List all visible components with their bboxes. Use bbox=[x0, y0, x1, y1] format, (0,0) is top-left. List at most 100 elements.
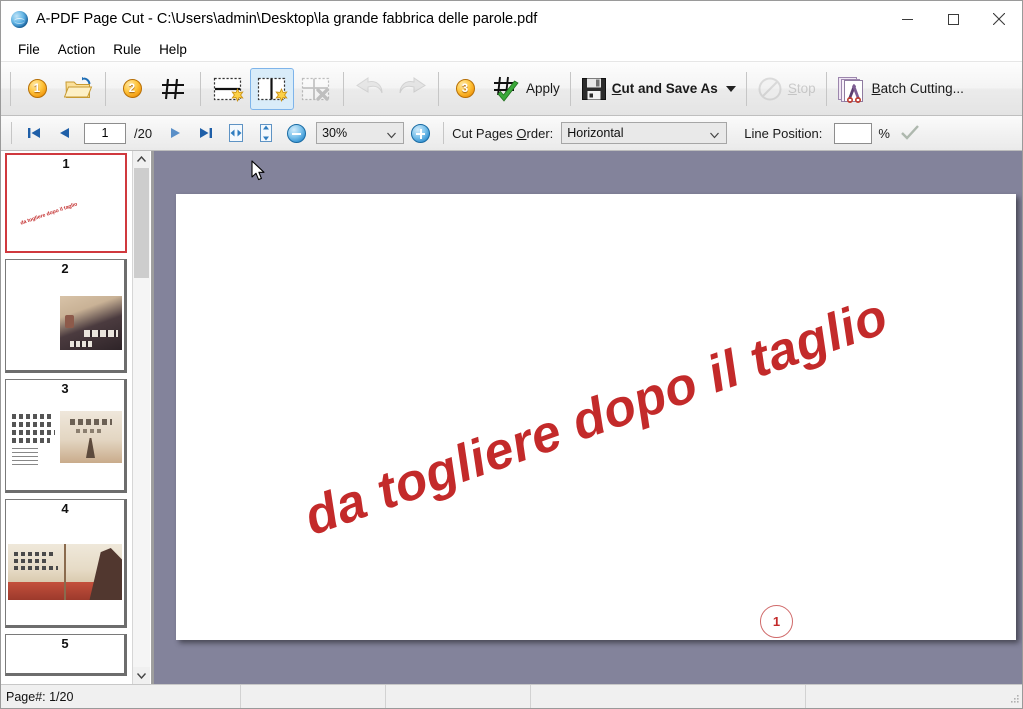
zoom-in-button[interactable] bbox=[411, 123, 431, 143]
cut-pages-order-select[interactable]: Horizontal bbox=[561, 122, 728, 144]
step-2-badge-button[interactable]: 2 bbox=[111, 68, 153, 110]
minimize-button[interactable] bbox=[884, 1, 930, 37]
grid-icon bbox=[162, 78, 184, 99]
last-page-button[interactable] bbox=[192, 120, 220, 146]
step-1-badge-button[interactable]: 1 bbox=[16, 68, 58, 110]
thumbnail-image bbox=[60, 296, 122, 350]
menu-bar: File Action Rule Help bbox=[1, 37, 1022, 62]
cut-pages-order-value: Horizontal bbox=[567, 126, 624, 140]
window-title: A-PDF Page Cut - C:\Users\admin\Desktop\… bbox=[36, 11, 538, 27]
add-horizontal-line-button[interactable] bbox=[206, 68, 250, 110]
redo-button[interactable] bbox=[391, 68, 433, 110]
previous-page-icon bbox=[60, 128, 69, 138]
scroll-up-button[interactable] bbox=[133, 151, 150, 168]
thumbnail-panel: 1 da togliere dopo il taglio 2 3 4 5 bbox=[1, 151, 152, 684]
thumbnail-image bbox=[60, 411, 122, 463]
thumbnail-page-5[interactable]: 5 bbox=[5, 634, 127, 676]
batch-cutting-label: Batch Cutting... bbox=[871, 81, 964, 96]
percent-label: % bbox=[878, 125, 890, 141]
apply-grid-check-icon bbox=[494, 76, 519, 102]
floppy-disk-icon bbox=[581, 77, 606, 100]
thumbnail-number: 5 bbox=[61, 636, 69, 651]
batch-cutting-button[interactable]: Batch Cutting... bbox=[832, 68, 969, 110]
thumbnail-page-3[interactable]: 3 bbox=[5, 379, 127, 493]
thumbnail-page-2[interactable]: 2 bbox=[5, 259, 127, 373]
cut-line-marker-1[interactable]: 1 bbox=[760, 605, 793, 638]
chevron-down-icon bbox=[387, 132, 397, 139]
thumbnail-list: 1 da togliere dopo il taglio 2 3 4 5 bbox=[1, 151, 132, 684]
save-options-chevron-down-icon[interactable] bbox=[725, 85, 736, 92]
thumbnail-preview bbox=[6, 518, 124, 625]
app-globe-icon bbox=[11, 10, 28, 28]
step-3-badge: 3 bbox=[455, 79, 475, 98]
window-controls bbox=[884, 1, 1022, 37]
thumbnail-page-4[interactable]: 4 bbox=[5, 499, 127, 628]
thumbnail-preview: da togliere dopo il taglio bbox=[7, 173, 125, 251]
open-folder-icon bbox=[64, 76, 93, 98]
menu-action[interactable]: Action bbox=[49, 40, 105, 59]
open-file-button[interactable] bbox=[58, 68, 100, 110]
delete-cut-line-icon bbox=[301, 77, 330, 101]
title-bar: A-PDF Page Cut - C:\Users\admin\Desktop\… bbox=[1, 1, 1022, 37]
status-cell-4 bbox=[531, 685, 806, 708]
zoom-level-select[interactable]: 30% bbox=[316, 122, 405, 144]
main-toolbar: 1 2 3 Apply Cut and Save As Stop Batch C… bbox=[1, 62, 1022, 181]
toolbar-separator bbox=[200, 71, 201, 106]
zoom-level-value: 30% bbox=[322, 126, 348, 140]
scrollbar-thumb[interactable] bbox=[134, 168, 149, 278]
thumbnail-scrollbar[interactable] bbox=[132, 151, 150, 684]
line-position-input[interactable] bbox=[834, 122, 873, 144]
step-2-badge: 2 bbox=[122, 79, 142, 98]
close-button[interactable] bbox=[976, 1, 1022, 37]
next-page-button[interactable] bbox=[162, 120, 190, 146]
page-viewer[interactable]: da togliere dopo il taglio 1 bbox=[152, 151, 1022, 684]
first-page-button[interactable] bbox=[20, 120, 48, 146]
apply-label: Apply bbox=[526, 81, 560, 96]
menu-file[interactable]: File bbox=[9, 40, 49, 59]
thumbnail-number: 1 bbox=[62, 156, 70, 171]
status-page-info: Page#: 1/20 bbox=[1, 685, 241, 708]
cut-and-save-as-button[interactable]: Cut and Save As bbox=[576, 68, 741, 110]
line-position-label: Line Position: bbox=[744, 125, 823, 141]
cut-and-save-as-label: Cut and Save As bbox=[611, 81, 718, 96]
maximize-button[interactable] bbox=[930, 1, 976, 37]
thumbnail-preview bbox=[6, 653, 124, 673]
thumbnail-number: 4 bbox=[61, 501, 69, 516]
fit-width-button[interactable] bbox=[222, 120, 250, 146]
page-number-input[interactable] bbox=[84, 122, 126, 144]
toolbar-separator bbox=[569, 71, 571, 106]
navigation-bar: /20 bbox=[1, 116, 1022, 151]
scroll-down-button[interactable] bbox=[133, 667, 150, 684]
thumbnail-page-1[interactable]: 1 da togliere dopo il taglio bbox=[5, 153, 127, 253]
first-page-icon bbox=[28, 128, 40, 138]
zoom-out-button[interactable] bbox=[287, 123, 307, 143]
toolbar-separator bbox=[343, 71, 344, 106]
undo-arrow-icon bbox=[356, 76, 383, 93]
toolbar-separator bbox=[105, 71, 106, 106]
fit-height-button[interactable] bbox=[252, 120, 280, 146]
status-cell-2 bbox=[241, 685, 386, 708]
step-1-badge: 1 bbox=[27, 79, 47, 98]
nav-separator bbox=[443, 122, 445, 144]
apply-button[interactable]: Apply bbox=[486, 68, 565, 110]
resize-grip-icon[interactable] bbox=[1008, 694, 1020, 706]
fit-width-icon bbox=[229, 124, 244, 142]
menu-rule[interactable]: Rule bbox=[104, 40, 150, 59]
status-cell-5 bbox=[806, 685, 1022, 708]
delete-line-button[interactable] bbox=[294, 68, 338, 110]
page-total-label: /20 bbox=[134, 125, 153, 141]
status-bar: Page#: 1/20 bbox=[1, 684, 1022, 708]
stop-button[interactable]: Stop bbox=[752, 68, 821, 110]
stop-label: Stop bbox=[787, 81, 816, 96]
step-3-badge-button[interactable]: 3 bbox=[444, 68, 486, 110]
undo-button[interactable] bbox=[349, 68, 391, 110]
page-text: da togliere dopo il taglio bbox=[296, 287, 896, 547]
check-mark-icon[interactable] bbox=[900, 124, 920, 142]
pdf-page-canvas[interactable]: da togliere dopo il taglio 1 bbox=[176, 194, 1016, 640]
toolbar-separator bbox=[10, 71, 11, 106]
previous-page-button[interactable] bbox=[50, 120, 78, 146]
menu-help[interactable]: Help bbox=[150, 40, 196, 59]
grid-button[interactable] bbox=[153, 68, 195, 110]
add-vertical-line-button[interactable] bbox=[250, 67, 294, 110]
thumbnail-number: 3 bbox=[61, 381, 69, 396]
